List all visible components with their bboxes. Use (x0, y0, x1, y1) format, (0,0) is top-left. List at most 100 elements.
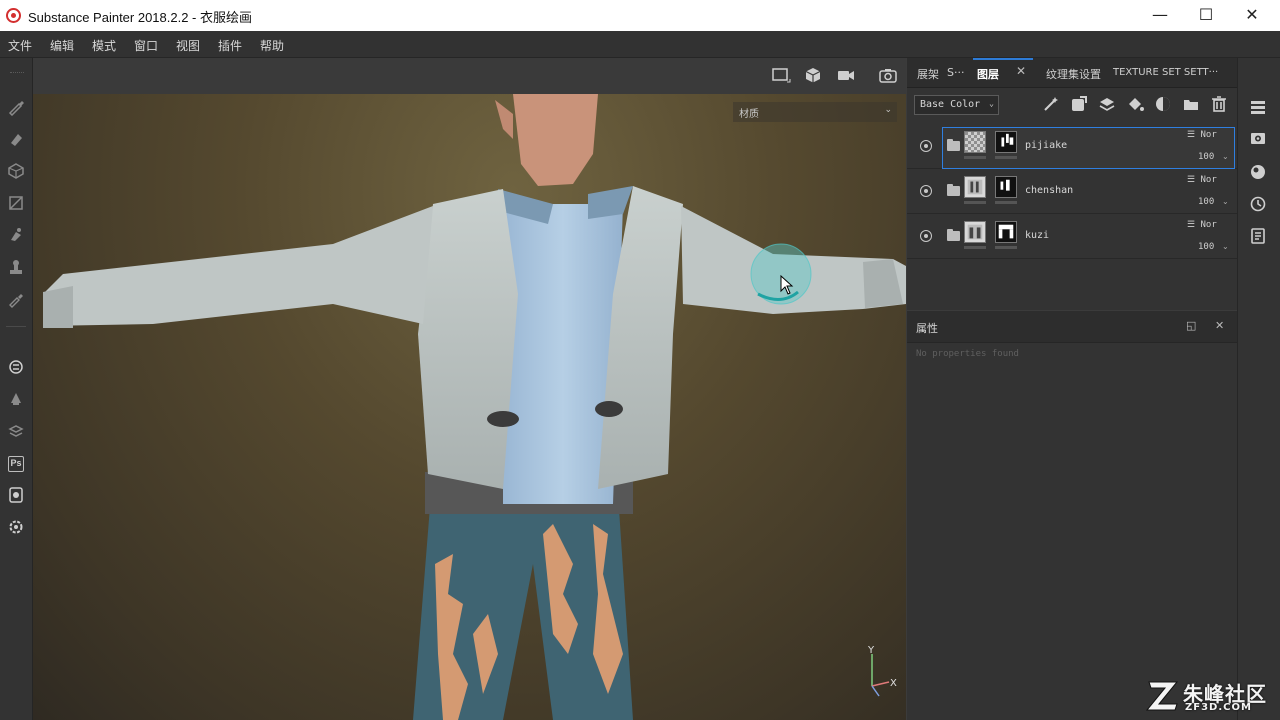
tab-shelf[interactable]: 展架 (917, 66, 939, 82)
layer-row[interactable]: chenshan ☰ Nor 100 ⌄ (907, 170, 1237, 214)
layer-mask-thumbnail[interactable] (995, 131, 1017, 153)
tab-texture-set-settings-cn[interactable]: 纹理集设置 (1046, 66, 1101, 82)
character-model-render[interactable] (33, 94, 906, 720)
layer-opacity[interactable]: 100 (1198, 242, 1214, 252)
substance-icon[interactable] (6, 358, 26, 378)
thumbnail-bar (995, 246, 1017, 249)
frame-icon[interactable] (771, 66, 793, 86)
close-window-button[interactable]: ✕ (1229, 0, 1275, 31)
thumbnail-bar (995, 156, 1017, 159)
3d-viewport[interactable]: 材质 ⌄ Y X (33, 58, 906, 720)
title-bar: Substance Painter 2018.2.2 - 衣服绘画 — ☐ ✕ (0, 0, 1280, 31)
add-folder-icon[interactable] (1182, 95, 1202, 115)
toolbar-grip[interactable] (10, 72, 24, 76)
menu-mode[interactable]: 模式 (92, 37, 116, 54)
history-icon[interactable] (1249, 195, 1269, 215)
layer-thumbnail (964, 176, 986, 198)
float-panel-icon[interactable]: ◱ (1186, 319, 1196, 332)
chevron-down-icon[interactable]: ⌄ (1222, 152, 1229, 161)
chevron-down-icon: ⌄ (989, 99, 994, 108)
right-icon-strip (1237, 58, 1280, 720)
export-icon[interactable] (6, 486, 26, 506)
menu-window[interactable]: 窗口 (134, 37, 158, 54)
folder-icon (947, 229, 960, 241)
layer-opacity[interactable]: 100 (1198, 152, 1214, 162)
visibility-eye-icon[interactable] (920, 230, 932, 242)
log-icon[interactable] (1249, 227, 1269, 247)
axis-y-label: Y (867, 646, 875, 656)
blend-mode-value: Nor (1200, 130, 1217, 140)
tab-layers[interactable]: 图层 (977, 66, 999, 82)
paint-brush-icon[interactable] (6, 98, 26, 118)
polygon-fill-icon[interactable] (6, 194, 26, 214)
clone-stamp-icon[interactable] (6, 258, 26, 278)
axis-x-label: X (890, 678, 897, 689)
smudge-icon[interactable] (6, 226, 26, 246)
folder-icon (947, 139, 960, 151)
blend-mode[interactable]: ☰ Nor (1187, 130, 1217, 140)
blend-mode[interactable]: ☰ Nor (1187, 175, 1217, 185)
layer-name[interactable]: chenshan (1025, 185, 1073, 196)
add-fill-layer-icon[interactable] (1126, 95, 1146, 115)
photoshop-icon[interactable]: Ps (8, 456, 24, 472)
display-settings-icon[interactable] (1249, 130, 1269, 150)
toolbar-separator (6, 326, 26, 327)
minimize-button[interactable]: — (1137, 0, 1183, 31)
color-picker-icon[interactable] (6, 290, 26, 310)
layer-thumbnail (964, 221, 986, 243)
chevron-down-icon[interactable]: ⌄ (1222, 197, 1229, 206)
properties-title: 属性 (916, 322, 938, 335)
add-mask-icon[interactable] (1154, 95, 1174, 115)
blend-mode-value: Nor (1200, 220, 1217, 230)
left-toolbar: Ps (0, 58, 33, 720)
visibility-eye-icon[interactable] (920, 185, 932, 197)
menu-view[interactable]: 视图 (176, 37, 200, 54)
layer-mask-thumbnail[interactable] (995, 176, 1017, 198)
substance-painter-window: Substance Painter 2018.2.2 - 衣服绘画 — ☐ ✕ … (0, 0, 1280, 720)
add-layer-icon[interactable] (1098, 95, 1118, 115)
projection-icon[interactable] (6, 162, 26, 182)
tab-texture-set-settings[interactable]: TEXTURE SET SETT··· (1113, 67, 1218, 78)
cube-view-icon[interactable] (803, 66, 825, 86)
add-fill-mask-icon[interactable] (1070, 95, 1090, 115)
layer-row[interactable]: pijiake ☰ Nor 100 ⌄ (907, 125, 1237, 169)
close-panel-icon[interactable]: ✕ (1215, 319, 1224, 332)
delete-icon[interactable] (1210, 95, 1230, 115)
viewport-toolbar (33, 58, 906, 94)
maximize-button[interactable]: ☐ (1183, 0, 1229, 31)
active-tab-indicator (973, 58, 1033, 60)
menu-plugins[interactable]: 插件 (218, 37, 242, 54)
magic-wand-icon[interactable] (1042, 95, 1062, 115)
menu-edit[interactable]: 编辑 (50, 37, 74, 54)
layer-name[interactable]: kuzi (1025, 230, 1049, 241)
properties-header: 属性 ◱ ✕ (907, 311, 1237, 343)
layer-name[interactable]: pijiake (1025, 140, 1067, 151)
shader-settings-icon[interactable] (1249, 163, 1269, 183)
zf3d-logo-icon (1145, 681, 1179, 711)
settings-icon[interactable] (6, 518, 26, 538)
layers-substance-icon[interactable] (6, 422, 26, 442)
channel-select[interactable]: Base Color ⌄ (914, 95, 999, 115)
tab-s[interactable]: S··· (947, 66, 964, 79)
visibility-eye-icon[interactable] (920, 140, 932, 152)
tab-close-icon[interactable]: ✕ (1016, 64, 1026, 78)
blend-mode[interactable]: ☰ Nor (1187, 220, 1217, 230)
layer-mask-thumbnail[interactable] (995, 221, 1017, 243)
menu-file[interactable]: 文件 (8, 37, 32, 54)
watermark-en: ZF3D.COM (1185, 702, 1252, 713)
screenshot-camera-icon[interactable] (878, 66, 900, 86)
thumbnail-bar (964, 156, 986, 159)
menu-bar: 文件 编辑 模式 窗口 视图 插件 帮助 (0, 31, 1280, 58)
menu-help[interactable]: 帮助 (260, 37, 284, 54)
window-title: Substance Painter 2018.2.2 - 衣服绘画 (28, 10, 253, 25)
layer-row[interactable]: kuzi ☰ Nor 100 ⌄ (907, 215, 1237, 259)
bake-icon[interactable] (6, 390, 26, 410)
layer-opacity[interactable]: 100 (1198, 197, 1214, 207)
chevron-down-icon[interactable]: ⌄ (1222, 242, 1229, 251)
watermark: 朱峰社区 ZF3D.COM (1145, 676, 1275, 718)
thumbnail-bar (964, 201, 986, 204)
layers-list-icon[interactable] (1249, 98, 1269, 118)
thumbnail-bar (995, 201, 1017, 204)
camera-video-icon[interactable] (836, 66, 858, 86)
eraser-icon[interactable] (6, 130, 26, 150)
